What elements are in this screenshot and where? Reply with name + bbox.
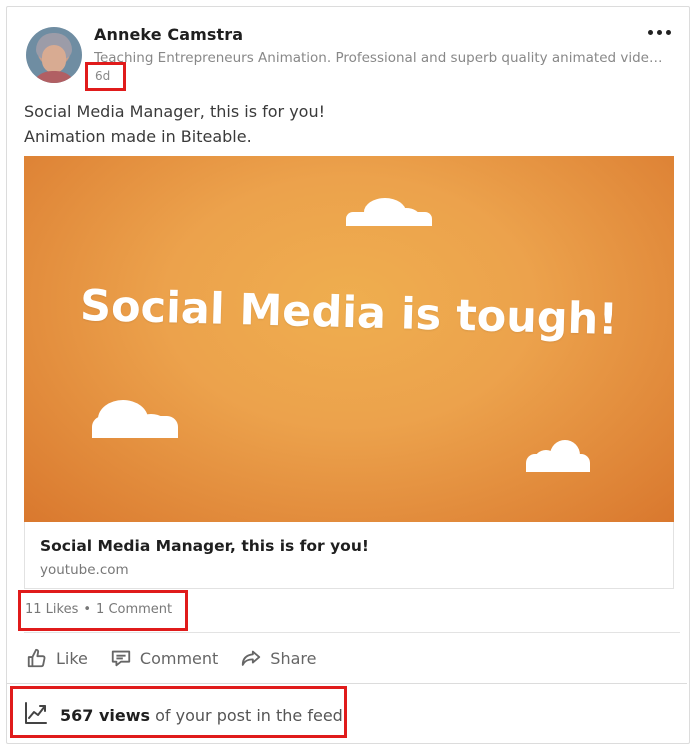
comments-count[interactable]: 1 Comment [96,602,172,617]
likes-count[interactable]: 11 Likes [25,602,78,617]
more-icon[interactable] [648,25,678,39]
more-dot [648,29,653,35]
comment-button[interactable]: Comment [110,647,218,669]
more-dot [666,29,671,35]
cloud-shape [346,198,432,226]
analytics-icon [24,701,48,729]
social-actions: Like Comment Share [26,647,316,669]
post-text-line-2: Animation made in Biteable. [24,127,252,146]
post-text-line-1: Social Media Manager, this is for you! [24,102,326,121]
post-timestamp: 6d [95,69,111,83]
views-count: 567 views [60,705,151,725]
views-text: 567 views of your post in the feed [60,706,343,725]
like-label: Like [56,648,88,668]
link-preview[interactable]: Social Media Manager, this is for you! y… [24,522,674,589]
share-button[interactable]: Share [240,647,316,669]
post-views[interactable]: 567 views of your post in the feed [24,701,343,729]
author-avatar[interactable] [26,27,82,83]
comment-label: Comment [139,648,219,668]
share-icon [240,647,262,669]
cloud-shape [526,440,590,472]
cloud-shape [92,400,178,438]
comment-icon [110,647,132,669]
author-headline: Teaching Entrepreneurs Animation. Profes… [94,50,663,66]
link-domain: youtube.com [40,562,129,578]
divider [7,683,687,684]
video-overlay-text: Social Media is tough! [79,280,619,346]
avatar-shoulders [30,71,78,83]
like-icon [26,647,48,669]
separator-dot: • [83,602,92,617]
views-suffix: of your post in the feed [150,705,343,725]
divider [24,632,680,633]
link-title[interactable]: Social Media Manager, this is for you! [40,537,369,555]
social-counts: 11 Likes • 1 Comment [25,602,172,617]
author-name[interactable]: Anneke Camstra [94,25,243,44]
avatar-face [42,45,66,73]
more-dot [657,29,662,35]
video-thumbnail[interactable]: Social Media is tough! [24,156,674,522]
like-button[interactable]: Like [26,647,88,669]
post-commentary: Social Media Manager, this is for you! A… [24,99,325,149]
share-label: Share [270,648,317,668]
